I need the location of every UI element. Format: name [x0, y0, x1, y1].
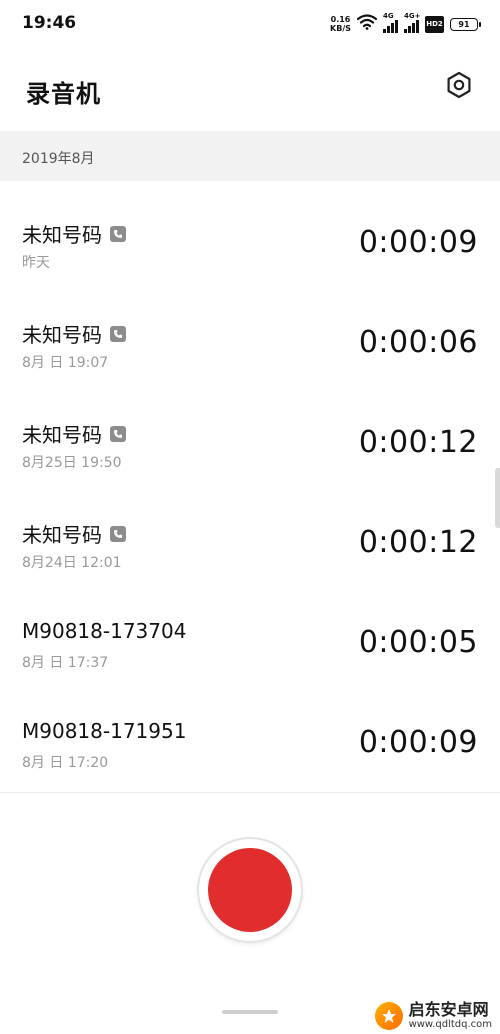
recording-date: 8月24日 12:01	[22, 555, 122, 571]
recording-name-row: M90818-171951	[22, 719, 186, 743]
month-label: 2019年8月	[22, 151, 95, 167]
recording-date: 8月 日 17:20	[22, 755, 109, 771]
record-button[interactable]	[199, 839, 301, 941]
watermark-url: www.qdltdq.com	[408, 1019, 492, 1030]
watermark-logo-icon	[374, 1001, 403, 1030]
recording-name: 未知号码	[22, 223, 102, 247]
recording-date: 昨天	[22, 255, 50, 271]
gear-icon	[445, 71, 473, 103]
recording-duration: 0:00:12	[358, 525, 478, 560]
phone-call-icon	[110, 325, 126, 342]
recording-name: M90818-171951	[22, 719, 187, 743]
list-item[interactable]: 未知号码 8月 日 19:07 0:00:06	[0, 281, 500, 381]
app-bar: 录音机	[0, 50, 500, 130]
list-item[interactable]: M90818-173704 8月 日 17:37 0:00:05	[0, 581, 500, 681]
recording-name-row: 未知号码	[22, 319, 126, 348]
signal-2-tag: 4G+	[404, 12, 421, 20]
signal-2-icon: 4G+	[404, 12, 421, 33]
recording-date: 8月25日 19:50	[22, 455, 122, 471]
wifi-icon	[356, 14, 378, 34]
recording-date: 8月 日 17:37	[22, 655, 109, 671]
watermark-title: 启东安卓网	[408, 1000, 489, 1020]
recording-duration: 0:00:12	[358, 425, 478, 460]
month-section-header: 2019年8月	[0, 131, 500, 181]
edge-swipe-handle[interactable]	[495, 468, 500, 528]
recording-name-row: 未知号码	[22, 219, 126, 248]
list-item[interactable]: 未知号码 8月24日 12:01 0:00:12	[0, 481, 500, 581]
recording-duration: 0:00:09	[358, 725, 478, 760]
recording-name: 未知号码	[22, 423, 102, 447]
status-time: 19:46	[22, 13, 77, 33]
phone-call-icon	[110, 225, 126, 242]
signal-1-icon: 4G	[383, 12, 398, 33]
watermark: 启东安卓网 www.qdltdq.com	[374, 1001, 492, 1030]
list-item[interactable]: 未知号码 8月25日 19:50 0:00:12	[0, 381, 500, 481]
list-item[interactable]: 未知号码 昨天 0:00:09	[0, 181, 500, 281]
status-icons: 0.16 KB/S 4G 4G+ HD2 91	[330, 12, 481, 34]
recording-duration: 0:00:06	[358, 325, 478, 360]
hd-voice-icon: HD2	[425, 15, 444, 33]
recording-list: 未知号码 昨天 0:00:09 未知号码 8月 日 19:07 0:00:06 …	[0, 181, 500, 781]
recording-name: 未知号码	[22, 523, 102, 547]
battery-icon: 91	[450, 17, 481, 31]
recording-duration: 0:00:05	[358, 625, 478, 660]
recording-name: 未知号码	[22, 323, 102, 347]
recording-date: 8月 日 19:07	[22, 355, 109, 371]
recording-name: M90818-173704	[22, 619, 187, 643]
phone-call-icon	[110, 425, 126, 442]
phone-call-icon	[110, 525, 126, 542]
home-indicator[interactable]	[222, 1010, 278, 1014]
record-dot-icon	[208, 848, 292, 932]
list-divider	[0, 792, 500, 793]
network-speed-unit: KB/S	[330, 24, 351, 33]
recording-duration: 0:00:09	[358, 225, 478, 260]
recording-name-row: 未知号码	[22, 419, 126, 448]
recording-name-row: M90818-173704	[22, 619, 186, 643]
settings-button[interactable]	[444, 71, 474, 103]
network-speed: 0.16 KB/S	[330, 15, 351, 33]
status-bar: 19:46 0.16 KB/S 4G 4G+ HD2 91	[0, 0, 500, 50]
signal-1-tag: 4G	[383, 12, 394, 20]
watermark-text: 启东安卓网 www.qdltdq.com	[409, 1001, 492, 1030]
list-item[interactable]: M90818-171951 8月 日 17:20 0:00:09	[0, 681, 500, 781]
page-title: 录音机	[26, 80, 101, 108]
network-speed-value: 0.16	[330, 15, 351, 24]
recording-name-row: 未知号码	[22, 519, 126, 548]
